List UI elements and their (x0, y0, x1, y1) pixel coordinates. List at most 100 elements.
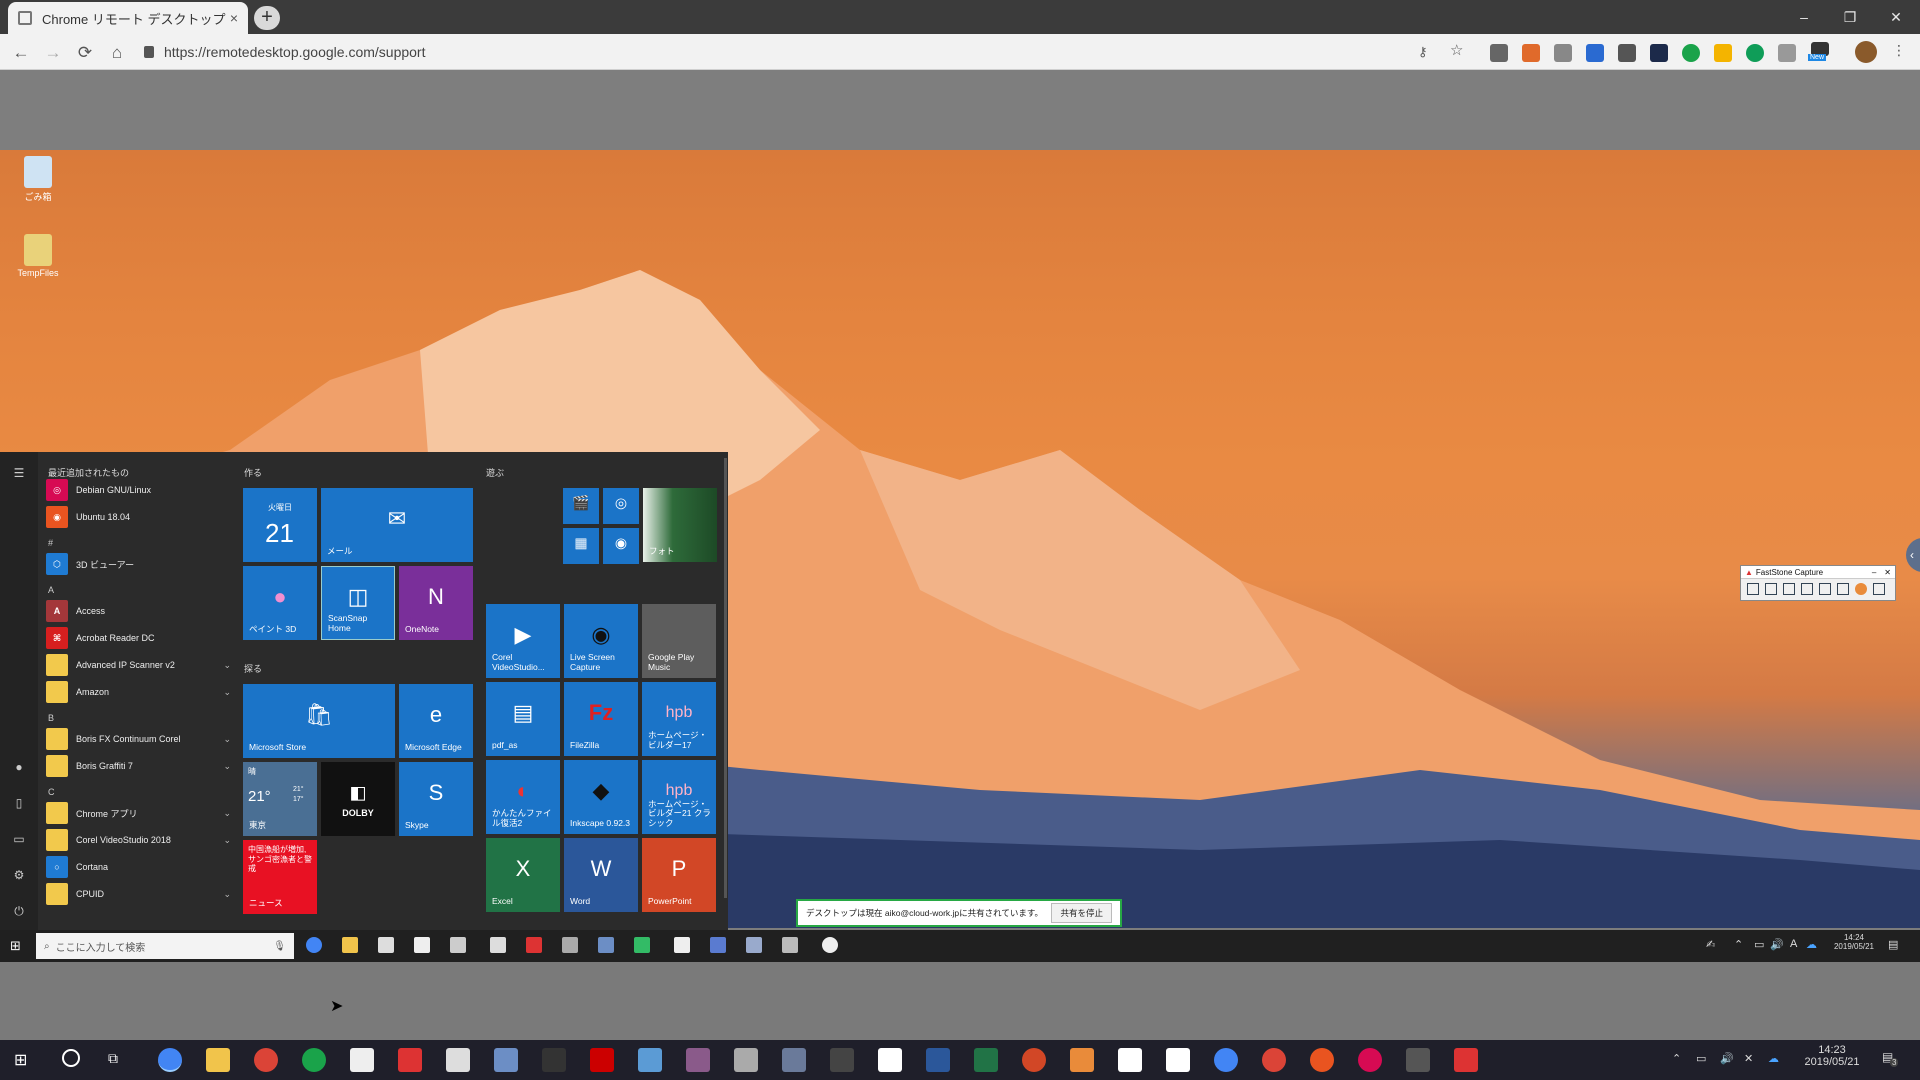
app-list-item[interactable]: A Access (46, 599, 231, 623)
shield-ext-icon[interactable] (1618, 44, 1636, 62)
mail-taskbar-icon[interactable] (414, 937, 430, 953)
microphone-icon[interactable]: 🎙 (273, 941, 286, 952)
capture-window-icon[interactable] (1747, 583, 1759, 595)
app-list-item[interactable]: ⌘ Acrobat Reader DC (46, 626, 231, 650)
faststone-capture-window[interactable]: ▲ FastStone Capture – ✕ (1740, 565, 1896, 601)
tile-maps[interactable]: ◉ (603, 528, 639, 564)
chevron-down-icon[interactable]: ⌄ (223, 734, 231, 745)
tray-chevron-icon[interactable]: ⌃ (1672, 1052, 1681, 1065)
chevron-down-icon[interactable]: ⌄ (223, 808, 231, 819)
chevron-down-icon[interactable]: ⌄ (223, 687, 231, 698)
calculator-taskbar-icon[interactable] (490, 937, 506, 953)
tile-homepage[interactable]: hpb ホームページ・ビルダー17 (642, 682, 716, 756)
app-list-item[interactable]: Amazon ⌄ (46, 680, 231, 704)
pocket-host-icon[interactable] (1454, 1048, 1478, 1072)
ubuntu-icon[interactable] (822, 937, 838, 953)
menu-kebab-icon[interactable]: ⋮ (1892, 42, 1906, 59)
tile-pdfas[interactable]: ▤ pdf_as (486, 682, 560, 756)
tile-store[interactable]: 🛍 Microsoft Store (243, 684, 395, 758)
tab-close-icon[interactable]: × (230, 10, 238, 26)
chevron-down-icon[interactable]: ⌄ (223, 889, 231, 900)
viewer-host-icon[interactable] (734, 1048, 758, 1072)
avatar[interactable] (1855, 41, 1877, 63)
chrome-taskbar-icon[interactable] (158, 1048, 182, 1072)
explorer-taskbar-icon[interactable] (206, 1048, 230, 1072)
volume-host-icon[interactable]: 🔊 (1720, 1052, 1734, 1065)
power-icon[interactable]: ⏻ (10, 904, 28, 918)
volume-icon[interactable]: 🔊 (1770, 938, 1784, 951)
tile-gplay[interactable]: Google Play Music (642, 604, 716, 678)
capture-scroll-icon[interactable] (1837, 583, 1849, 595)
forward-button[interactable]: → (42, 42, 64, 64)
letter-header[interactable]: A (48, 585, 54, 595)
calculator-host-icon[interactable] (446, 1048, 470, 1072)
start-scrollbar[interactable] (724, 458, 727, 898)
app-list-item[interactable]: Boris Graffiti 7 ⌄ (46, 754, 231, 778)
hamburger-icon[interactable]: ☰ (10, 466, 28, 480)
ubuntu-host-icon[interactable] (1310, 1048, 1334, 1072)
share-ext-icon[interactable] (1682, 44, 1700, 62)
app-host-icon[interactable] (830, 1048, 854, 1072)
tile-dolby[interactable]: ◧ DOLBY (321, 762, 395, 836)
new-tab-button[interactable]: + (254, 6, 280, 30)
green-ext-icon[interactable] (1746, 44, 1764, 62)
windows-start-icon[interactable]: ⊞ (10, 938, 21, 954)
onedrive-host-icon[interactable]: ☁ (1768, 1052, 1779, 1065)
app-list-item[interactable]: Boris FX Continuum Corel ⌄ (46, 727, 231, 751)
capture-fullscreen-icon[interactable] (1819, 583, 1831, 595)
app-list-item[interactable]: ⬡ 3D ビューアー (46, 552, 231, 576)
network-icon[interactable] (710, 937, 726, 953)
hpb-host-icon[interactable] (686, 1048, 710, 1072)
settings-icon[interactable] (1873, 583, 1885, 595)
inkscape-host-icon[interactable] (542, 1048, 566, 1072)
snip-icon[interactable] (598, 937, 614, 953)
vm-host-icon[interactable] (782, 1048, 806, 1072)
cast-ext-icon[interactable] (1778, 44, 1796, 62)
chat-ext-icon[interactable] (1554, 44, 1572, 62)
letter-header[interactable]: B (48, 713, 54, 723)
action-center-host-icon[interactable]: ▤ 3 (1882, 1050, 1899, 1067)
tile-homepage-classic[interactable]: hpb ホームページ・ビルダー21 クラシック (642, 760, 716, 834)
tile-word[interactable]: W Word (564, 838, 638, 912)
notepad-taskbar-icon[interactable] (350, 1048, 374, 1072)
network-tray-icon[interactable]: ▭ (1754, 938, 1764, 951)
cube-icon[interactable] (782, 937, 798, 953)
home-button[interactable]: ⌂ (106, 42, 128, 64)
user-avatar-icon[interactable]: ● (10, 760, 28, 774)
filezilla-host-icon[interactable] (590, 1048, 614, 1072)
tile-weather[interactable]: 晴 21° 21° 17° 東京 (243, 762, 317, 836)
tile-powerpoint[interactable]: P PowerPoint (642, 838, 716, 912)
network-host-icon[interactable]: ▭ (1696, 1052, 1706, 1065)
cortana-icon[interactable] (62, 1049, 80, 1067)
green-app-icon[interactable] (302, 1048, 326, 1072)
tile-corel[interactable]: ▶ Corel VideoStudio... (486, 604, 560, 678)
word-host-icon[interactable] (926, 1048, 950, 1072)
app-list-item[interactable]: ◎ Debian GNU/Linux (46, 478, 231, 502)
tile-photos[interactable]: フォト (643, 488, 717, 562)
pictures-icon[interactable]: ▭ (10, 832, 28, 846)
excel-host-icon[interactable] (974, 1048, 998, 1072)
touch-icon[interactable]: ✍ (1706, 938, 1715, 951)
sync-icon[interactable] (746, 937, 762, 953)
viewer-icon[interactable] (562, 937, 578, 953)
sync-host-icon[interactable] (638, 1048, 662, 1072)
tile-mail[interactable]: ✉ メール (321, 488, 473, 562)
letter-header[interactable]: # (48, 538, 53, 548)
tile-filezilla[interactable]: Fz FileZilla (564, 682, 638, 756)
app-list-item[interactable]: Chrome アプリ ⌄ (46, 801, 231, 825)
fox-host-icon[interactable] (878, 1048, 902, 1072)
app-list-item[interactable]: CPUID ⌄ (46, 882, 231, 906)
tile-calculator[interactable]: ▦ (563, 528, 599, 564)
app-list-item[interactable]: ○ Cortana (46, 855, 231, 879)
search-box[interactable]: ⌕ ここに入力して検索 🎙 (36, 933, 294, 959)
task-view-icon[interactable]: ⧉ (108, 1050, 118, 1067)
tile-skype[interactable]: S Skype (399, 762, 473, 836)
windows-start-icon[interactable]: ⊞ (14, 1050, 27, 1070)
cpu-icon[interactable] (634, 937, 650, 953)
close-window-button[interactable]: ✕ (1878, 4, 1914, 30)
tile-onenote[interactable]: N OneNote (399, 566, 473, 640)
notepad-icon[interactable] (674, 937, 690, 953)
acrobat-icon[interactable] (526, 937, 542, 953)
chevron-down-icon[interactable]: ⌄ (223, 835, 231, 846)
desktop-icon-tempfiles[interactable]: TempFiles (8, 234, 68, 278)
